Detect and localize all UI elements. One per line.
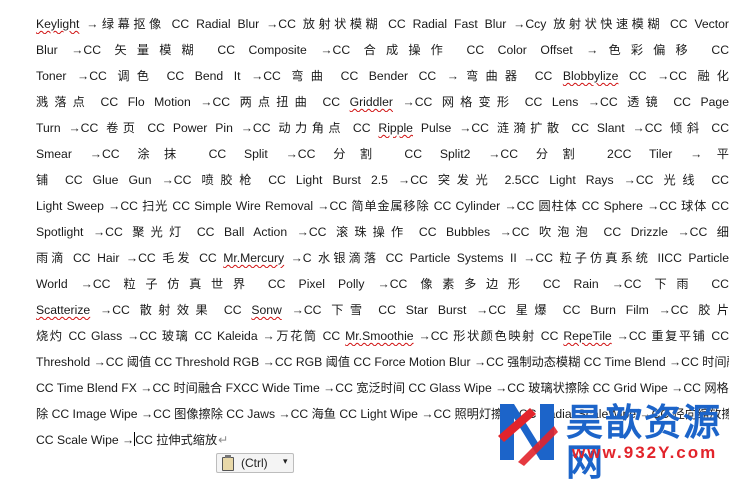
document-text: Smear →CC 涂抹 CC Split →CC 分割 CC Split2 →… (36, 147, 729, 161)
document-text: CC Time Blend FX →CC 时间融合 FXCC Wide Time… (36, 381, 729, 395)
document-line[interactable]: Turn →CC 卷页 CC Power Pin →CC 动力角点 CC Rip… (36, 118, 729, 138)
document-text: →绿幕抠像 CC Radial Blur →CC 放射状模糊 CC Radial… (79, 17, 729, 31)
document-text: CC 拉伸式缩放 (135, 433, 218, 447)
document-line[interactable]: World →CC 粒子仿真世界 CC Pixel Polly →CC 像素多边… (36, 274, 729, 294)
document-text: Pulse →CC 涟漪扩散 CC Slant →CC 倾斜 CC (412, 121, 729, 135)
clipboard-icon (222, 455, 234, 471)
document-text: Spotlight →CC 聚光灯 CC Ball Action →CC 滚珠操… (36, 225, 729, 239)
document-line[interactable]: 烧灼 CC Glass →CC 玻璃 CC Kaleida →万花筒 CC Mr… (36, 326, 729, 346)
spellcheck-word: RepeTile (563, 329, 612, 343)
document-line[interactable]: Toner →CC 调色 CC Bend It →CC 弯曲 CC Bender… (36, 66, 729, 86)
document-line[interactable]: CC Time Blend FX →CC 时间融合 FXCC Wide Time… (36, 378, 729, 398)
chevron-down-icon: ▾ (283, 456, 288, 466)
document-text: →CC 重复平铺 CC (611, 329, 729, 343)
spellcheck-word: Mr.Smoothie (345, 329, 414, 343)
site-logo-icon (498, 404, 558, 466)
document-text: World →CC 粒子仿真世界 CC Pixel Polly →CC 像素多边… (36, 277, 729, 291)
spellcheck-word: Scatterize (36, 303, 91, 317)
site-watermark: 昊歆资源网 www.932Y.com (496, 396, 756, 482)
paste-options-button[interactable]: (Ctrl) ▾ (216, 453, 294, 473)
spellcheck-word: Mr.Mercury (223, 251, 285, 265)
document-line[interactable]: Keylight →绿幕抠像 CC Radial Blur →CC 放射状模糊 … (36, 14, 729, 34)
spellcheck-word: Keylight (36, 17, 80, 31)
spellcheck-word: Blobbylize (562, 69, 619, 83)
paste-options-label: (Ctrl) (241, 456, 268, 470)
document-text: Toner →CC 调色 CC Bend It →CC 弯曲 CC Bender… (36, 69, 563, 83)
document-line[interactable]: Spotlight →CC 聚光灯 CC Ball Action →CC 滚珠操… (36, 222, 729, 242)
document-line[interactable]: 雨滴 CC Hair →CC 毛发 CC Mr.Mercury →C 水银滴落 … (36, 248, 729, 268)
document-text: →CC 下雪 CC Star Burst →CC 星爆 CC Burn Film… (281, 303, 729, 317)
document-text: Light Sweep →CC 扫光 CC Simple Wire Remova… (36, 199, 729, 213)
document-line[interactable]: 溅落点 CC Flo Motion →CC 两点扭曲 CC Griddler →… (36, 92, 729, 112)
document-text: CC →CC 融化 (618, 69, 729, 83)
document-text: CC Scale Wipe → (36, 433, 135, 447)
document-line[interactable]: Scatterize →CC 散射效果 CC Sonw →CC 下雪 CC St… (36, 300, 729, 320)
watermark-title: 昊歆资源网 (566, 400, 722, 484)
document-line[interactable]: 铺 CC Glue Gun →CC 喷胶枪 CC Light Burst 2.5… (36, 170, 729, 190)
document-text: →CC 散射效果 CC (90, 303, 252, 317)
document-text: 烧灼 CC Glass →CC 玻璃 CC Kaleida →万花筒 CC (36, 329, 346, 343)
spellcheck-word: Sonw (251, 303, 282, 317)
document-text: →C 水银滴落 CC Particle Systems II →CC 粒子仿真系… (284, 251, 729, 265)
document-text: →CC 网格变形 CC Lens →CC 透镜 CC Page (392, 95, 729, 109)
document-text: Threshold →CC 阈值 CC Threshold RGB →CC RG… (36, 355, 729, 369)
document-text: 溅落点 CC Flo Motion →CC 两点扭曲 CC (36, 95, 350, 109)
document-line[interactable]: Light Sweep →CC 扫光 CC Simple Wire Remova… (36, 196, 729, 216)
document-text: Turn →CC 卷页 CC Power Pin →CC 动力角点 CC (36, 121, 379, 135)
document-text: 铺 CC Glue Gun →CC 喷胶枪 CC Light Burst 2.5… (36, 173, 729, 187)
spellcheck-word: Griddler (349, 95, 393, 109)
document-text: →CC 形状颜色映射 CC (413, 329, 564, 343)
document-line[interactable]: Smear →CC 涂抹 CC Split →CC 分割 CC Split2 →… (36, 144, 729, 164)
document-line[interactable]: Blur →CC 矢量模糊 CC Composite →CC 合成操作 CC C… (36, 40, 729, 60)
document-text: 雨滴 CC Hair →CC 毛发 CC (36, 251, 224, 265)
paragraph-mark: ↵ (218, 433, 229, 447)
document-text: Blur →CC 矢量模糊 CC Composite →CC 合成操作 CC C… (36, 43, 729, 57)
document-line[interactable]: Threshold →CC 阈值 CC Threshold RGB →CC RG… (36, 352, 729, 372)
watermark-url: www.932Y.com (572, 443, 718, 462)
spellcheck-word: Ripple (378, 121, 413, 135)
